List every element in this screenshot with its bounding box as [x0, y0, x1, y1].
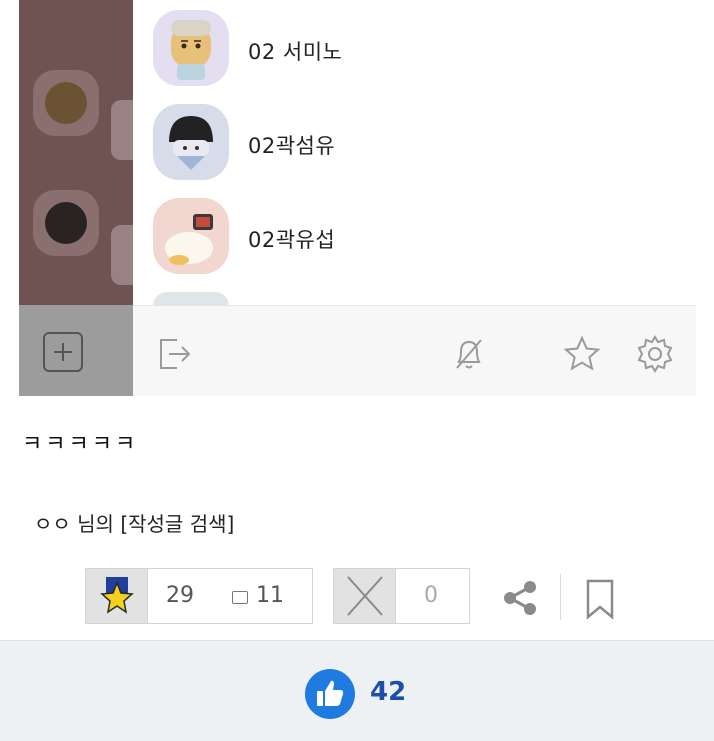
- bell-off-icon[interactable]: [449, 334, 489, 374]
- downvote-count: 0: [424, 583, 438, 608]
- author-name: ㅇㅇ 님의: [34, 512, 114, 536]
- member-name: 02 서미노: [248, 40, 343, 64]
- star-badge-icon: [86, 569, 148, 623]
- background-bubble: [111, 100, 133, 160]
- search-posts-link[interactable]: [작성글 검색]: [120, 512, 234, 536]
- embedded-chat-screenshot: 02 서미노 02곽섬유 02곽유섭: [19, 0, 696, 396]
- member-item[interactable]: 02곽섬유: [153, 104, 673, 184]
- background-bubble: [111, 225, 133, 285]
- thumbs-up-button[interactable]: [305, 669, 355, 719]
- bookmark-icon[interactable]: [584, 578, 616, 620]
- avatar: [153, 292, 229, 306]
- background-avatar: [33, 190, 99, 256]
- upvote-count: 29: [166, 583, 194, 608]
- page: 02 서미노 02곽섬유 02곽유섭 ㅋㅋㅋㅋㅋ ㅇㅇ 님의 [작성글 검색] …: [0, 0, 714, 741]
- upvote-button[interactable]: 29 11: [85, 568, 313, 624]
- gear-icon[interactable]: [635, 334, 675, 374]
- star-icon[interactable]: [562, 334, 602, 374]
- drawer-toolbar: [133, 305, 696, 396]
- downvote-button[interactable]: 0: [333, 568, 470, 624]
- member-drawer: 02 서미노 02곽섬유 02곽유섭: [133, 0, 696, 396]
- member-name: 02곽섬유: [248, 134, 336, 158]
- sub-count: 11: [256, 583, 284, 608]
- member-name: 02곽유섭: [248, 228, 336, 252]
- background-avatar: [33, 70, 99, 136]
- comment-icon: [232, 591, 248, 604]
- helmet-character-avatar: [153, 104, 229, 180]
- post-text: ㅋㅋㅋㅋㅋ: [22, 432, 139, 457]
- divider: [560, 574, 561, 620]
- plus-icon[interactable]: [43, 332, 83, 372]
- member-item[interactable]: 02곽유섭: [153, 198, 673, 278]
- ryan-avatar: [153, 10, 229, 86]
- exit-icon[interactable]: [155, 334, 195, 374]
- share-icon[interactable]: [500, 578, 540, 618]
- thumbs-up-icon: [317, 680, 344, 706]
- like-count: 42: [370, 677, 407, 707]
- apeach-tv-avatar: [153, 198, 229, 274]
- dimmed-chat-background: [19, 0, 133, 396]
- author-line: ㅇㅇ 님의 [작성글 검색]: [34, 508, 234, 537]
- like-bar: 42: [0, 640, 714, 741]
- member-item[interactable]: [153, 292, 673, 306]
- member-item[interactable]: 02 서미노: [153, 10, 673, 90]
- close-icon: [334, 569, 396, 623]
